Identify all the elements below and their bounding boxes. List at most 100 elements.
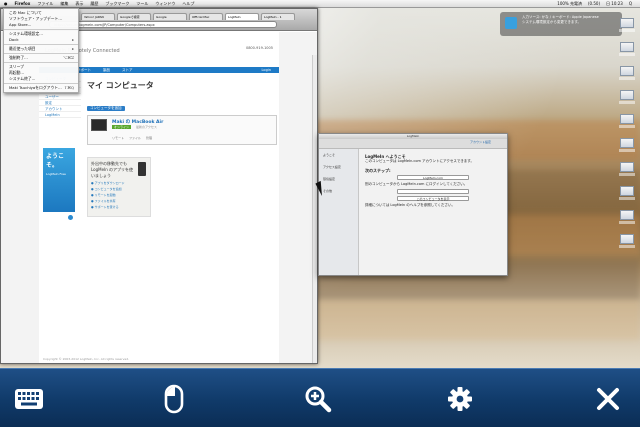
settings-button[interactable]: [444, 383, 476, 415]
menu-item[interactable]: ツール: [136, 0, 148, 8]
menu-shortcut: ⌥⌘⎋: [62, 55, 74, 60]
browser-tab[interactable]: Yahoo! JAPAN: [81, 13, 115, 20]
dialog-sidebar-item[interactable]: アクセス設定: [319, 161, 358, 173]
browser-tab[interactable]: Google: [153, 13, 187, 20]
promo-link[interactable]: ● サポートを受ける: [91, 205, 147, 209]
step-heading: 次のステップ:: [365, 168, 391, 173]
desktop-icons: [618, 18, 636, 258]
mouse-button[interactable]: [158, 383, 190, 415]
info-icon[interactable]: [68, 215, 73, 220]
app-icon: [505, 17, 517, 29]
desktop-file-icon[interactable]: [619, 18, 635, 32]
zoom-in-icon: [305, 386, 332, 413]
menu-item-label: システム終了...: [9, 76, 36, 81]
nav-item[interactable]: 製品: [103, 67, 110, 73]
computer-action-link[interactable]: 管理: [146, 136, 152, 140]
desktop-file-icon[interactable]: [619, 234, 635, 248]
desktop-file-icon[interactable]: [619, 90, 635, 104]
close-button[interactable]: [592, 383, 624, 415]
menu-item[interactable]: 履歴: [90, 0, 98, 8]
menu-item-label: スリープ: [9, 64, 24, 69]
add-computer-button[interactable]: コンピュータを追加: [87, 106, 125, 111]
browser-tab[interactable]: Googleで検索: [117, 13, 151, 20]
remote-screen[interactable]: ● Firefox ファイル 編集 表示 履歴 ブックマーク ツール ウィンドウ ヘルプ 100%…: [0, 0, 640, 370]
mobile-app-promo: 外出中の移動先でも LogMeIn のアプリを使いましょう ● アプリをダウンロ…: [87, 157, 151, 217]
scrollbar[interactable]: [312, 55, 317, 363]
step-text: 別のコンピュータから LogMeIn.com にログインしてください。: [365, 182, 468, 186]
dialog-body: LogMeIn へようこそ このコンピュータは LogMeIn.com アカウン…: [365, 154, 501, 208]
status-item[interactable]: 100% 充電済: [557, 0, 582, 8]
menu-item-label: システム環境設定...: [9, 31, 43, 36]
menu-item[interactable]: 表示: [75, 0, 83, 8]
nav-item[interactable]: ストア: [122, 67, 133, 73]
browser-tab[interactable]: LogMeIn - 1: [261, 13, 295, 20]
promo-title: 外出中の移動先でも LogMeIn のアプリを使いましょう: [91, 161, 134, 178]
menu-item-label: この Mac について: [9, 10, 42, 15]
menu-separator: [4, 44, 78, 45]
menu-item[interactable]: Dock ▸: [4, 37, 78, 43]
menu-item[interactable]: 強制終了... ⌥⌘⎋: [4, 55, 78, 61]
promo-link[interactable]: ● リモートを起動: [91, 193, 147, 197]
desktop-file-icon[interactable]: [619, 138, 635, 152]
desktop-file-icon[interactable]: [619, 66, 635, 80]
computer-action-link[interactable]: リモート: [112, 136, 124, 140]
site-logo[interactable]: LogMeIn Remotely Connected: [45, 48, 273, 54]
apple-menu-icon[interactable]: ●: [4, 0, 8, 8]
menu-item-label: 最近使った項目: [9, 46, 36, 51]
menu-item[interactable]: Maki Tsuchiyaをログアウト... ⇧⌘Q: [4, 85, 78, 91]
welcome-title: ようこそ。: [46, 153, 65, 169]
mac-menubar: ● Firefox ファイル 編集 表示 履歴 ブックマーク ツール ウィンドウ ヘルプ 100%…: [0, 0, 640, 8]
keyboard-button[interactable]: [13, 383, 45, 415]
menu-item[interactable]: ウィンドウ: [155, 0, 175, 8]
menu-item-label: Dock: [9, 37, 19, 42]
menu-separator: [4, 62, 78, 63]
status-item[interactable]: 日 10:23: [606, 0, 623, 8]
status-badge: オンライン: [112, 125, 132, 129]
blank-field[interactable]: [397, 189, 469, 194]
desktop-file-icon[interactable]: [619, 114, 635, 128]
logmein-dialog: LogMeIn アカウント設定 ようこそ アクセス設定 環境設定 その他 LogMeI…: [318, 133, 508, 276]
desktop-file-icon[interactable]: [619, 210, 635, 224]
promo-link[interactable]: ● ファイルを共有: [91, 199, 147, 203]
menu-separator: [4, 53, 78, 54]
browser-tab[interactable]: LogMeIn: [225, 13, 259, 20]
menu-item[interactable]: ファイル: [37, 0, 53, 8]
menu-item[interactable]: ブックマーク: [105, 0, 129, 8]
menu-item[interactable]: Firefox: [15, 0, 31, 8]
menu-item[interactable]: システム終了...: [4, 76, 78, 82]
nav-item[interactable]: サポート: [77, 67, 91, 73]
login-link[interactable]: Login: [262, 67, 279, 73]
computer-meta: 最新のアクセス: [136, 125, 157, 129]
dialog-note: 詳細については LogMeIn のヘルプを参照してください。: [365, 203, 456, 207]
apple-menu-dropdown: この Mac について ソフトウェア・アップデート... App Store... シ…: [3, 8, 79, 93]
logmein-field[interactable]: LogMeIn.com: [397, 175, 469, 180]
computer-action-link[interactable]: ファイル: [129, 136, 141, 140]
dialog-sidebar-item[interactable]: ようこそ: [319, 149, 358, 161]
menu-item-label: Maki Tsuchiyaをログアウト...: [9, 85, 62, 90]
menu-item[interactable]: App Store...: [4, 22, 78, 28]
address-bar[interactable]: https://secure.logmein.com/JP/Computer/C…: [49, 21, 277, 28]
show-computer-button[interactable]: このコンピュータを表示: [397, 196, 469, 201]
main-content: マイ コンピュータ コンピュータを追加 Maki の MacBook Air オ…: [87, 80, 277, 217]
account-settings-link[interactable]: アカウント設定: [470, 140, 491, 144]
menu-item[interactable]: 編集: [60, 0, 68, 8]
desktop-file-icon[interactable]: [619, 186, 635, 200]
dialog-toolbar: アカウント設定: [319, 139, 507, 149]
status-item[interactable]: Q: [629, 0, 632, 8]
promo-link[interactable]: ● コンピュータを追加: [91, 187, 147, 191]
welcome-sub: LogMeIn Free: [46, 172, 66, 176]
dialog-intro: このコンピュータは LogMeIn.com アカウントにアクセスできます。: [365, 159, 474, 163]
notification-banner[interactable]: 入力ソース: かな / キーボード: Apple Japanese システム環境…: [500, 12, 622, 36]
welcome-box[interactable]: ようこそ。 LogMeIn Free: [43, 148, 75, 220]
promo-link[interactable]: ● アプリをダウンロード: [91, 181, 147, 185]
desktop-file-icon[interactable]: [619, 162, 635, 176]
menu-item-label: 再起動...: [9, 70, 25, 75]
menu-item[interactable]: 最近使った項目 ▸: [4, 46, 78, 52]
computer-card[interactable]: Maki の MacBook Air オンライン 最新のアクセス リモート ファイ…: [87, 115, 277, 145]
desktop-file-icon[interactable]: [619, 42, 635, 56]
zoom-button[interactable]: [302, 383, 334, 415]
browser-tab[interactable]: Official Mac: [189, 13, 223, 20]
status-item[interactable]: (0.50): [588, 0, 600, 8]
menu-item[interactable]: ヘルプ: [182, 0, 194, 8]
sidebar-item[interactable]: LogMeIn: [39, 112, 81, 118]
